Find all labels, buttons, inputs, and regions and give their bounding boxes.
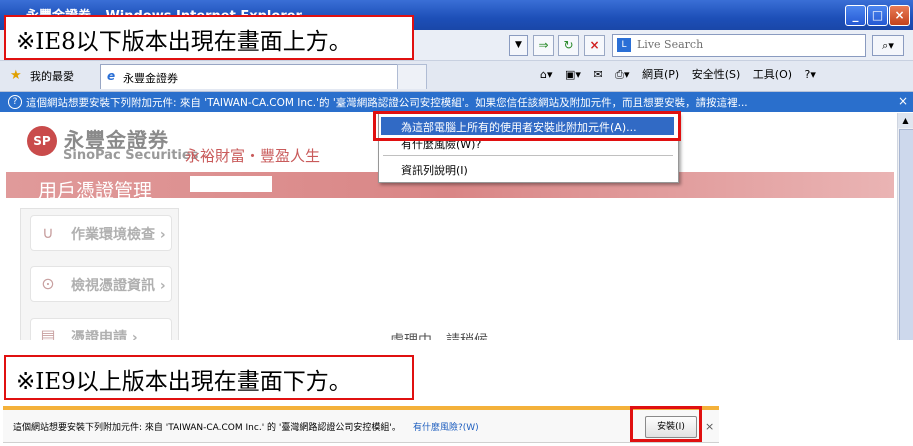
ie-icon: e (107, 69, 116, 83)
tab-title: 永豐金證券 (123, 72, 178, 85)
nav-apply-certificate-button[interactable]: ▤ 憑證申請 › (30, 318, 172, 340)
information-bar[interactable]: ? 這個網站想要安裝下列附加元件: 來自 'TAIWAN-CA.COM Inc.… (0, 92, 913, 112)
command-page[interactable]: 網頁(P) (642, 66, 679, 82)
mail-icon[interactable]: ✉ (593, 68, 602, 81)
search-button[interactable]: ⌕▾ (872, 35, 904, 56)
feeds-icon[interactable]: ▣▾ (565, 68, 581, 81)
maximize-button[interactable]: □ (867, 5, 888, 26)
minimize-icon: _ (852, 8, 859, 22)
ie9-notification-bar: 這個網站想要安裝下列附加元件: 來自 'TAIWAN-CA.COM Inc.' … (3, 406, 719, 443)
nav-view-certificate-button[interactable]: ⊙ 檢視憑證資訊 › (30, 266, 172, 302)
search-input[interactable]: L Live Search (612, 34, 866, 57)
command-tools[interactable]: 工具(O) (753, 66, 792, 82)
ie9-close-icon[interactable]: × (705, 420, 714, 433)
search-icon: ⌕▾ (882, 39, 894, 52)
close-button[interactable]: × (889, 5, 910, 26)
home-icon[interactable]: ⌂▾ (540, 68, 553, 81)
search-placeholder: Live Search (637, 38, 704, 51)
callout-ie9: ※IE9以上版本出現在畫面下方。 (4, 355, 414, 400)
new-tab-button[interactable] (397, 64, 427, 89)
brand-slogan: 永裕財富・豐盈人生 (185, 147, 321, 165)
go-icon[interactable]: ⇒ (533, 35, 554, 56)
magnifier-icon: ⊙ (41, 274, 55, 293)
ie9-notification-text: 這個網站想要安裝下列附加元件: 來自 'TAIWAN-CA.COM Inc.' … (13, 423, 401, 433)
command-bar: ⌂▾ ▣▾ ✉ ⎙▾ 網頁(P) 安全性(S) 工具(O) ?▾ (540, 66, 825, 86)
brand-english-name: SinoPac Securities (63, 148, 199, 163)
help-icon[interactable]: ?▾ (805, 68, 816, 81)
favorites-star-icon[interactable]: ★ (10, 68, 22, 83)
information-bar-close-icon[interactable]: × (898, 94, 908, 108)
scroll-up-icon[interactable]: ▲ (898, 113, 913, 128)
favorites-label[interactable]: 我的最愛 (30, 68, 74, 84)
stethoscope-icon: ∪ (42, 223, 54, 242)
live-search-icon: L (617, 38, 631, 52)
banner-user-box (190, 176, 272, 192)
maximize-icon: □ (871, 8, 884, 22)
nav-label: 作業環境檢查 › (71, 227, 166, 243)
menu-separator (383, 155, 673, 156)
vertical-scrollbar[interactable]: ▲ (897, 113, 913, 340)
refresh-icon[interactable]: ↻ (558, 35, 579, 56)
nav-label: 憑證申請 › (71, 330, 138, 340)
command-safety[interactable]: 安全性(S) (692, 66, 741, 82)
nav-label: 檢視憑證資訊 › (71, 278, 166, 294)
page-title: 用戶憑證管理 (38, 180, 153, 202)
scroll-thumb[interactable] (899, 129, 913, 340)
dropdown-icon: ▼ (515, 40, 522, 50)
ie9-risk-link[interactable]: 有什麼風險?(W) (413, 420, 479, 433)
sinopac-logo-icon: SP (27, 126, 57, 156)
menu-item-info-bar-help[interactable]: 資訊列說明(I) (401, 162, 468, 178)
minimize-button[interactable]: _ (845, 5, 866, 26)
tab-active[interactable]: e 永豐金證券 (100, 64, 398, 89)
highlight-frame-install-button (630, 406, 702, 442)
stop-icon[interactable]: × (584, 35, 605, 56)
nav-environment-check-button[interactable]: ∪ 作業環境檢查 › (30, 215, 172, 251)
highlight-frame-install-item (373, 111, 681, 141)
information-bar-text[interactable]: 這個網站想要安裝下列附加元件: 來自 'TAIWAN-CA.COM Inc.'的… (26, 95, 748, 110)
print-icon[interactable]: ⎙▾ (615, 68, 629, 82)
processing-text: 處理中，請稍候... (390, 330, 501, 340)
close-icon: × (894, 8, 905, 22)
ie8-browser-window: 永豐金證券 - Windows Internet Explorer _ □ × … (0, 0, 913, 340)
info-icon: ? (8, 95, 22, 109)
callout-ie8: ※IE8以下版本出現在畫面上方。 (4, 15, 414, 60)
address-dropdown-button[interactable]: ▼ (509, 35, 528, 56)
document-icon: ▤ (40, 326, 56, 340)
